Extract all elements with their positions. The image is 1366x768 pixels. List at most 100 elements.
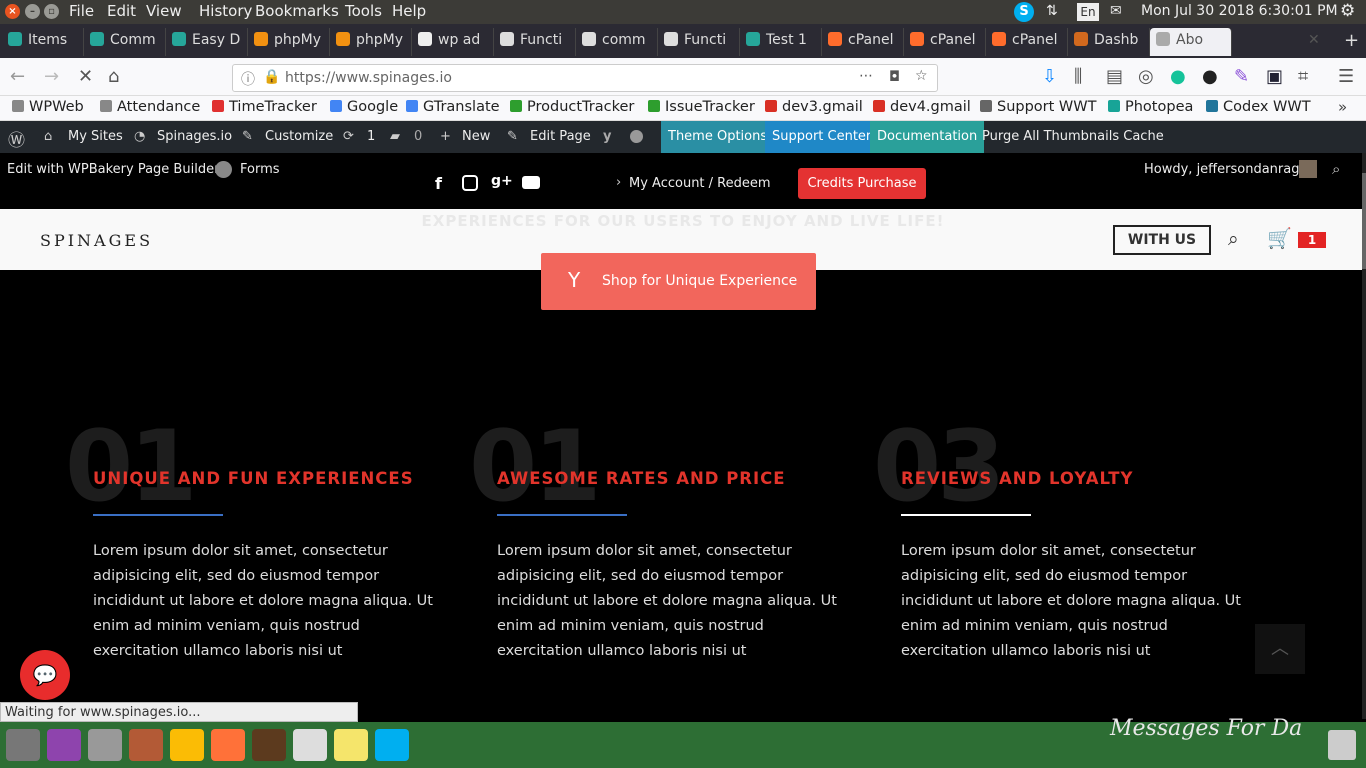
extension-dark-icon[interactable]: ● [1202,66,1218,87]
chrome-app-icon[interactable] [170,729,204,761]
customize-link[interactable]: Customize [265,129,333,144]
back-arrow-icon[interactable]: ← [10,66,25,87]
crop-extension-icon[interactable]: ⌗ [1298,66,1308,87]
settings-app-icon[interactable] [6,729,40,761]
menu-bookmarks[interactable]: Bookmarks [255,2,339,20]
bookmark-item[interactable]: WPWeb [12,99,84,115]
theme-options-link[interactable]: Theme Options [661,121,775,153]
browser-tab[interactable]: Functi [658,28,740,56]
bookmark-item[interactable]: ProductTracker [510,99,634,115]
scrollbar-track[interactable] [1362,153,1366,719]
scroll-to-top-button[interactable]: ︿ [1255,624,1305,674]
browser-tab[interactable]: Test 1 [740,28,822,56]
network-icon[interactable]: ⇅ [1046,3,1058,19]
skype-app-icon[interactable] [375,729,409,761]
new-link[interactable]: New [462,129,490,144]
menu-view[interactable]: View [146,2,182,20]
skype-tray-icon[interactable]: S [1014,2,1034,22]
bookmark-item[interactable]: GTranslate [406,99,500,115]
close-tab-icon[interactable]: ✕ [1308,32,1320,48]
browser-tab[interactable]: Abo [1150,28,1232,56]
media-app-icon[interactable] [47,729,81,761]
calculator-app-icon[interactable] [129,729,163,761]
bookmark-item[interactable]: Photopea [1108,99,1193,115]
browser-tab[interactable]: Items [2,28,84,56]
minimize-window-button[interactable]: – [25,4,40,19]
scrollbar-thumb[interactable] [1362,173,1366,269]
terminal-app-icon[interactable] [252,729,286,761]
site-name-link[interactable]: Spinages.io [157,129,232,144]
url-text[interactable]: https://www.spinages.io [285,70,452,86]
updates-count[interactable]: 1 [367,129,375,144]
grammarly-icon[interactable]: ● [1170,66,1186,87]
purge-thumbnails-link[interactable]: Purge All Thumbnails Cache [982,129,1164,144]
browser-tab[interactable]: phpMy [330,28,412,56]
mail-icon[interactable]: ✉ [1110,3,1122,19]
bookmark-item[interactable]: TimeTracker [212,99,317,115]
bookmark-item[interactable]: Codex WWT [1206,99,1311,115]
edit-page-link[interactable]: Edit Page [530,129,591,144]
wpbakery-link[interactable]: Edit with WPBakery Page Builder [7,162,219,177]
url-bar[interactable]: ⓘ 🔒 https://www.spinages.io ⋯ ◘ ☆ [232,64,938,92]
n-extension-icon[interactable]: ▣ [1266,66,1283,87]
browser-tab[interactable]: Functi [494,28,576,56]
documentation-link[interactable]: Documentation [870,121,985,153]
new-tab-icon[interactable]: + [1344,30,1359,51]
browser-tab[interactable]: Dashb [1068,28,1150,56]
bookmark-item[interactable]: IssueTracker [648,99,755,115]
bookmark-item[interactable]: dev3.gmail [765,99,863,115]
menu-help[interactable]: Help [392,2,426,20]
info-icon[interactable]: ⓘ [241,69,255,89]
bookmark-item[interactable]: Google [330,99,398,115]
bookmark-item[interactable]: Support WWT [980,99,1096,115]
drive-app-icon[interactable] [88,729,122,761]
pen-extension-icon[interactable]: ✎ [1234,66,1249,87]
home-icon[interactable]: ⌂ [108,66,119,87]
browser-tab[interactable]: Easy D [166,28,248,56]
yoast-icon[interactable]: y [603,129,611,144]
site-logo[interactable]: SPINAGES [40,231,153,250]
menu-file[interactable]: File [69,2,94,20]
downloads-icon[interactable]: ⇩ [1042,66,1057,87]
forms-link[interactable]: Forms [240,162,280,177]
system-gear-icon[interactable]: ⚙ [1340,1,1355,21]
sidebar-icon[interactable]: ▤ [1106,66,1123,87]
menu-history[interactable]: History [199,2,252,20]
maximize-window-button[interactable]: ▫ [44,4,59,19]
library-icon[interactable]: ⫼ [1074,66,1082,87]
menu-edit[interactable]: Edit [107,2,136,20]
avatar[interactable] [1299,160,1317,178]
shop-experience-button[interactable]: Y Shop for Unique Experience [541,253,816,310]
my-sites-link[interactable]: My Sites [68,129,123,144]
close-window-button[interactable]: × [5,4,20,19]
browser-tab[interactable]: Comm [84,28,166,56]
chat-icon[interactable]: 💬 [20,650,70,700]
browser-tab[interactable]: wp ad [412,28,494,56]
bookmark-star-icon[interactable]: ☆ [915,68,928,84]
facebook-icon[interactable]: f [435,174,442,193]
credits-purchase-button[interactable]: Credits Purchase [798,168,926,199]
youtube-icon[interactable] [522,176,540,189]
forward-arrow-icon[interactable]: → [44,66,59,87]
keyboard-layout-indicator[interactable]: En [1077,3,1099,21]
support-center-link[interactable]: Support Center [765,121,879,153]
extension-icon[interactable]: ◎ [1138,66,1154,87]
cart-icon[interactable]: 🛒 [1267,226,1292,250]
wordpress-logo-icon[interactable]: Ⓦ [8,126,25,151]
clock[interactable]: Mon Jul 30 2018 6:30:01 PM [1141,3,1338,19]
trash-icon[interactable] [1328,730,1356,760]
comments-count[interactable]: 0 [414,129,422,144]
bookmark-item[interactable]: dev4.gmail [873,99,971,115]
notes-app-icon[interactable] [334,729,368,761]
browser-tab[interactable]: phpMy [248,28,330,56]
stop-loading-icon[interactable]: ✕ [78,66,93,87]
admin-search-icon[interactable]: ⌕ [1332,160,1340,178]
editor-app-icon[interactable] [293,729,327,761]
browser-tab[interactable]: cPanel [986,28,1068,56]
pocket-icon[interactable]: ◘ [889,69,900,85]
howdy-user[interactable]: Howdy, jeffersondanrage [1144,162,1307,177]
page-actions-icon[interactable]: ⋯ [859,68,873,84]
google-plus-icon[interactable]: g+ [491,173,513,189]
browser-tab[interactable]: comm [576,28,658,56]
search-icon[interactable]: ⌕ [1228,228,1239,250]
